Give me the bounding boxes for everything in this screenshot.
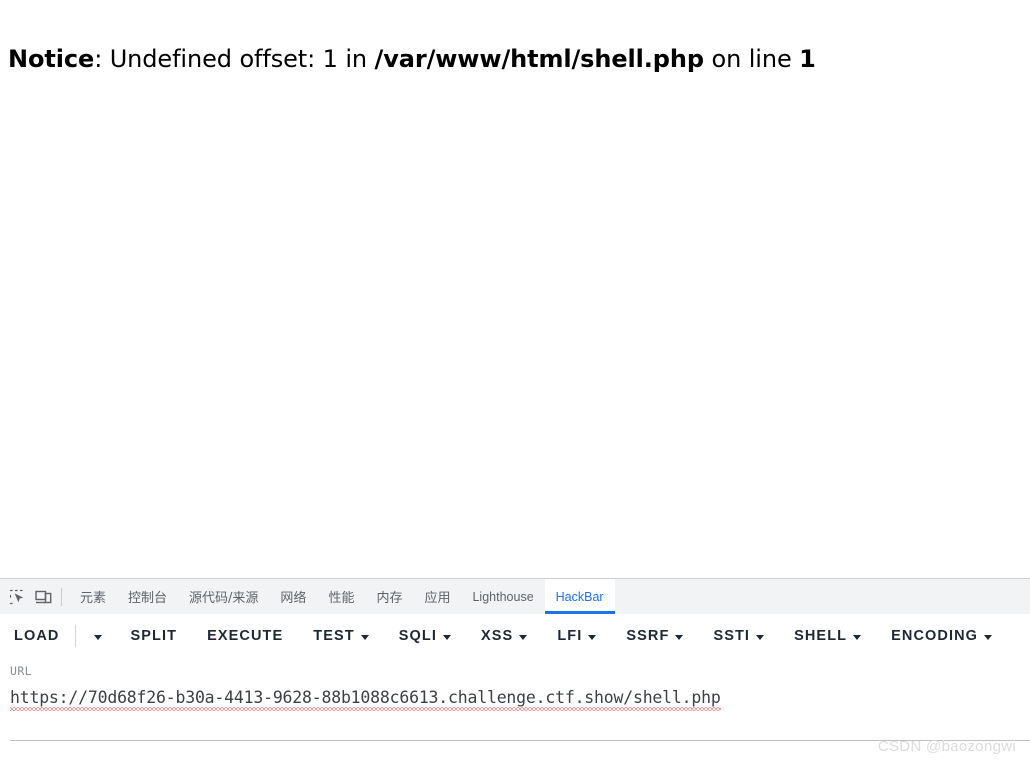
tab-sources[interactable]: 源代码/来源 [178,579,269,614]
encoding-button-label: ENCODING [891,628,979,644]
lfi-button[interactable]: LFI [555,624,598,648]
chevron-down-icon [519,634,528,640]
encoding-button[interactable]: ENCODING [889,624,994,648]
chevron-down-icon [675,634,684,640]
load-button[interactable]: LOAD [12,624,61,648]
watermark: CSDN @baozongwi [877,738,1016,755]
toolbar-divider [61,587,62,606]
browser-page-content: Notice: Undefined offset: 1 in /var/www/… [0,0,1030,578]
tab-lighthouse[interactable]: Lighthouse [461,579,544,614]
ssrf-button-label: SSRF [626,628,670,644]
execute-button[interactable]: EXECUTE [205,624,285,648]
test-button-label: TEST [313,628,355,644]
url-field-label: URL [10,664,32,678]
devtools-panel: 元素 控制台 源代码/来源 网络 性能 内存 应用 Lighthouse Hac… [0,578,1030,765]
devtools-tool-icons [0,579,69,614]
devtools-tabbar: 元素 控制台 源代码/来源 网络 性能 内存 应用 Lighthouse Hac… [0,579,1030,614]
php-notice-colon: : [94,45,110,73]
hackbar-toolbar: LOAD SPLIT EXECUTE TEST SQLI XSS LFI SSR… [0,614,1030,658]
php-notice-label: Notice [8,45,95,73]
ssti-button-label: SSTI [713,628,751,644]
hackbar-url-section: URL https://70d68f26-b30a-4413-9628-88b1… [0,658,1030,711]
split-button[interactable]: SPLIT [128,624,179,648]
shell-button-label: SHELL [794,628,848,644]
php-notice-online: on line [703,45,800,73]
tab-elements[interactable]: 元素 [69,579,117,614]
chevron-down-icon [756,634,765,640]
php-notice-message: Notice: Undefined offset: 1 in /var/www/… [8,44,816,74]
execute-button-label: EXECUTE [207,628,284,644]
php-notice-text: Undefined offset: 1 in [109,45,375,73]
ssrf-button[interactable]: SSRF [624,624,685,648]
chevron-down-icon [588,634,597,640]
tab-application[interactable]: 应用 [413,579,461,614]
shell-button[interactable]: SHELL [792,624,863,648]
tab-network[interactable]: 网络 [269,579,317,614]
php-notice-line-number: 1 [799,45,816,73]
ssti-button[interactable]: SSTI [711,624,766,648]
xss-button[interactable]: XSS [479,624,529,648]
xss-button-label: XSS [480,628,514,644]
load-button-label: LOAD [14,628,60,644]
php-notice-file: /var/www/html/shell.php [374,45,705,73]
load-dropdown-button[interactable] [88,629,108,644]
chevron-down-icon [360,634,369,640]
test-button[interactable]: TEST [311,624,370,648]
inspect-element-icon[interactable] [4,584,30,610]
tab-performance[interactable]: 性能 [317,579,365,614]
tab-hackbar[interactable]: HackBar [544,579,615,614]
tab-console[interactable]: 控制台 [117,579,178,614]
sqli-button[interactable]: SQLI [397,624,453,648]
load-dropdown-divider [75,625,77,647]
chevron-down-icon [94,634,103,640]
chevron-down-icon [442,634,451,640]
chevron-down-icon [984,634,993,640]
devtools-tab-list: 元素 控制台 源代码/来源 网络 性能 内存 应用 Lighthouse Hac… [69,579,615,614]
chevron-down-icon [853,634,862,640]
split-button-label: SPLIT [130,628,178,644]
tab-memory[interactable]: 内存 [365,579,413,614]
lfi-button-label: LFI [557,628,583,644]
device-toolbar-icon[interactable] [30,584,56,610]
url-input[interactable]: https://70d68f26-b30a-4413-9628-88b1088c… [10,688,721,711]
sqli-button-label: SQLI [398,628,437,644]
